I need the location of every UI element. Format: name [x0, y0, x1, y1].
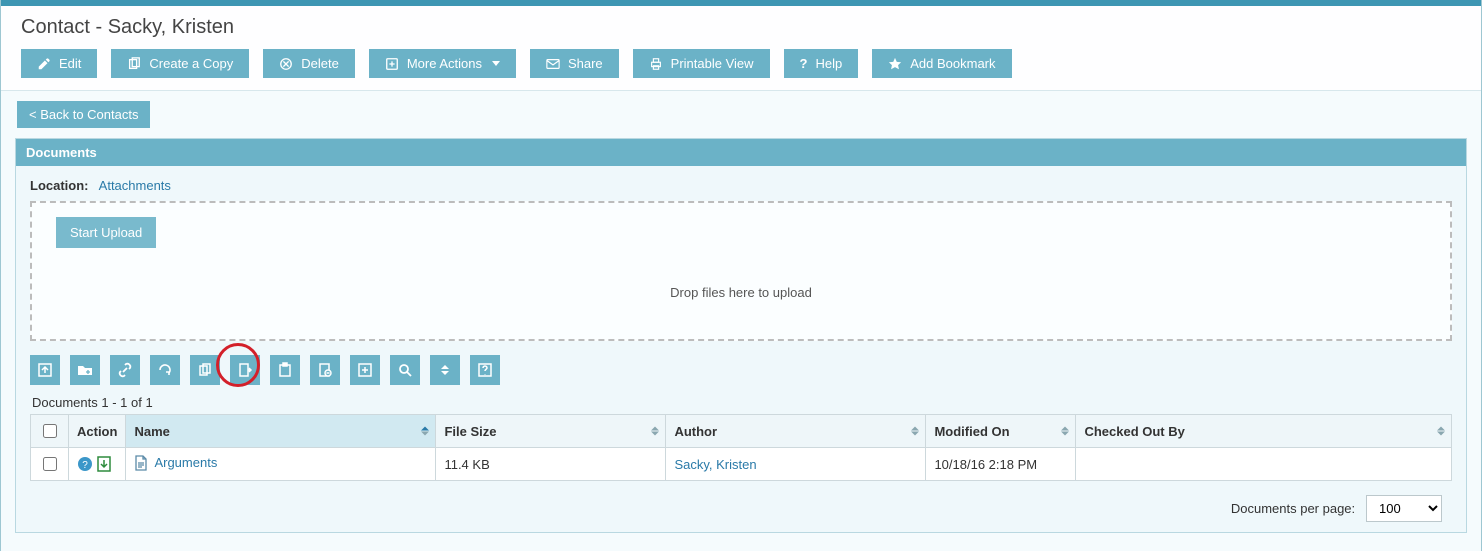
- copy-doc-button[interactable]: [190, 355, 220, 385]
- upload-icon-button[interactable]: [30, 355, 60, 385]
- document-name-link[interactable]: Arguments: [154, 455, 217, 470]
- export-button[interactable]: [230, 355, 260, 385]
- location-link[interactable]: Attachments: [99, 178, 171, 193]
- select-all-checkbox[interactable]: [43, 424, 57, 438]
- dropzone-text: Drop files here to upload: [52, 215, 1430, 300]
- star-icon: [888, 57, 902, 71]
- edit-button[interactable]: Edit: [21, 49, 97, 78]
- col-modified-on[interactable]: Modified On: [926, 415, 1076, 448]
- question-icon: ?: [800, 56, 808, 71]
- link-icon: [117, 362, 133, 378]
- cell-checked-out: [1076, 448, 1452, 481]
- cancel-doc-button[interactable]: [310, 355, 340, 385]
- new-folder-icon: [77, 362, 93, 378]
- cancel-doc-icon: [317, 362, 333, 378]
- col-checked-out-by[interactable]: Checked Out By: [1076, 415, 1452, 448]
- new-folder-button[interactable]: [70, 355, 100, 385]
- create-copy-button[interactable]: Create a Copy: [111, 49, 249, 78]
- svg-text:?: ?: [82, 460, 88, 471]
- export-icon: [237, 362, 253, 378]
- refresh-icon: [157, 362, 173, 378]
- search-doc-button[interactable]: [390, 355, 420, 385]
- col-action[interactable]: Action: [69, 415, 126, 448]
- sort-indicator: [1437, 427, 1445, 436]
- page-title: Contact - Sacky, Kristen: [21, 16, 1461, 39]
- copy-icon: [127, 57, 141, 71]
- sort-icon: [437, 362, 453, 378]
- help-button[interactable]: ? Help: [784, 49, 859, 78]
- documents-panel: Documents Location: Attachments Start Up…: [15, 138, 1467, 533]
- delete-button[interactable]: Delete: [263, 49, 355, 78]
- start-upload-button[interactable]: Start Upload: [56, 217, 156, 248]
- refresh-button[interactable]: [150, 355, 180, 385]
- link-button[interactable]: [110, 355, 140, 385]
- share-button[interactable]: Share: [530, 49, 619, 78]
- info-icon[interactable]: ?: [77, 456, 93, 472]
- documents-count: Documents 1 - 1 of 1: [32, 395, 1452, 410]
- sort-indicator: [421, 427, 429, 436]
- table-row: ? Arguments 11.4 KB: [31, 448, 1452, 481]
- print-icon: [649, 57, 663, 71]
- add-bookmark-button[interactable]: Add Bookmark: [872, 49, 1011, 78]
- action-toolbar: Edit Create a Copy Delete More Actions S…: [21, 49, 1461, 90]
- panel-title: Documents: [16, 139, 1466, 166]
- printable-view-button[interactable]: Printable View: [633, 49, 770, 78]
- col-author[interactable]: Author: [666, 415, 926, 448]
- move-button[interactable]: [350, 355, 380, 385]
- question-icon: [477, 362, 493, 378]
- document-icon: [134, 455, 148, 471]
- location-line: Location: Attachments: [30, 178, 1452, 193]
- per-page-label: Documents per page:: [1231, 501, 1355, 516]
- author-link[interactable]: Sacky, Kristen: [674, 457, 756, 472]
- per-page-select[interactable]: 100: [1366, 495, 1442, 522]
- upload-icon: [37, 362, 53, 378]
- toolbar-help-button[interactable]: [470, 355, 500, 385]
- search-icon: [397, 362, 413, 378]
- col-checkbox: [31, 415, 69, 448]
- move-icon: [357, 362, 373, 378]
- plus-icon: [385, 57, 399, 71]
- paste-button[interactable]: [270, 355, 300, 385]
- mail-icon: [546, 58, 560, 70]
- pencil-icon: [37, 57, 51, 71]
- location-label: Location:: [30, 178, 89, 193]
- documents-table: Action Name File Size Author: [30, 414, 1452, 481]
- delete-icon: [279, 57, 293, 71]
- sort-indicator: [1061, 427, 1069, 436]
- chevron-down-icon: [492, 61, 500, 66]
- copy-icon: [197, 362, 213, 378]
- document-toolbar: [30, 355, 1452, 385]
- more-actions-button[interactable]: More Actions: [369, 49, 516, 78]
- download-icon[interactable]: [97, 456, 111, 472]
- col-file-size[interactable]: File Size: [436, 415, 666, 448]
- cell-modified: 10/18/16 2:18 PM: [926, 448, 1076, 481]
- row-checkbox[interactable]: [43, 457, 57, 471]
- upload-dropzone[interactable]: Start Upload Drop files here to upload: [30, 201, 1452, 341]
- col-name[interactable]: Name: [126, 415, 436, 448]
- sort-indicator: [651, 427, 659, 436]
- back-to-contacts-button[interactable]: < Back to Contacts: [17, 101, 150, 128]
- paste-icon: [277, 362, 293, 378]
- sort-button[interactable]: [430, 355, 460, 385]
- sort-indicator: [911, 427, 919, 436]
- cell-file-size: 11.4 KB: [436, 448, 666, 481]
- pager: Documents per page: 100: [30, 481, 1452, 522]
